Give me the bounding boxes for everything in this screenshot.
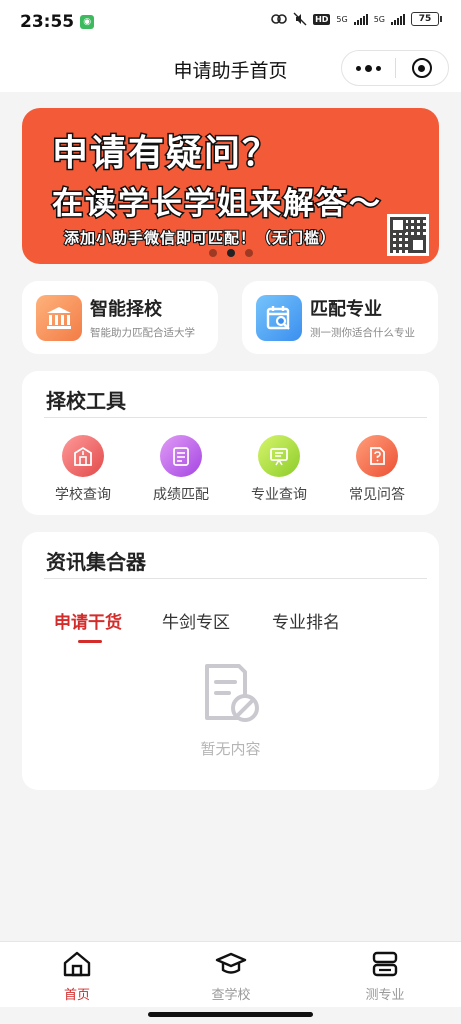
carousel-dot[interactable] <box>208 249 217 257</box>
wechat-notification-icon: ◉ <box>80 15 95 29</box>
tab-test-major[interactable]: 测专业 <box>335 950 435 1003</box>
tab-label: 首页 <box>63 988 90 1003</box>
calendar-search-icon <box>256 294 302 341</box>
section-title: 择校工具 <box>46 389 126 413</box>
news-section: 资讯集合器 申请干货 牛剑专区 专业排名 暂无内容 <box>22 532 439 790</box>
more-dots-icon <box>364 64 372 72</box>
mute-icon <box>293 12 307 26</box>
signal-icon-2 <box>391 13 405 25</box>
news-tabs: 申请干货 牛剑专区 专业排名 <box>22 608 439 648</box>
layers-icon <box>372 951 398 977</box>
tool-label: 成绩匹配 <box>153 487 209 503</box>
major-match-card[interactable]: 匹配专业 测一测你适合什么专业 <box>242 281 438 354</box>
tab-major-ranking[interactable]: 专业排名 <box>272 608 340 633</box>
school-building-icon <box>36 294 82 341</box>
carousel-dot-active[interactable] <box>226 249 235 257</box>
tool-school-search[interactable]: 学校查询 <box>38 435 128 504</box>
signal-icon <box>353 13 368 25</box>
network-label-2: 5G <box>373 14 385 24</box>
status-bar: 23:55 ◉ HD 5G 5G 75 <box>0 0 461 44</box>
section-title: 资讯集合器 <box>46 550 146 574</box>
banner-subheadline: 在读学长学姐来解答～ <box>51 185 382 224</box>
tool-faq[interactable]: 常见问答 <box>332 435 422 504</box>
tab-label: 测专业 <box>365 988 405 1003</box>
nav-bar: 申请助手首页 <box>0 44 461 92</box>
hd-badge: HD <box>313 13 331 25</box>
status-icons: HD 5G 5G 75 <box>271 12 442 26</box>
graduation-cap-icon <box>215 952 247 974</box>
hotspot-icon <box>271 14 287 24</box>
home-icon <box>63 951 91 977</box>
tab-home[interactable]: 首页 <box>27 950 127 1003</box>
carousel-indicator <box>22 249 439 257</box>
clipboard-icon <box>160 435 202 477</box>
quick-card-title: 智能择校 <box>90 299 162 320</box>
quick-card-subtitle: 测一测你适合什么专业 <box>310 327 415 339</box>
tool-label: 专业查询 <box>251 487 307 503</box>
divider <box>44 578 427 579</box>
bottom-tab-bar: 首页 查学校 测专业 <box>0 941 461 1007</box>
empty-state-text: 暂无内容 <box>200 740 261 758</box>
tool-label: 常见问答 <box>349 487 405 503</box>
banner-headline: 申请有疑问？ <box>50 132 281 176</box>
active-tab-indicator <box>78 640 102 643</box>
home-indicator[interactable] <box>148 1012 313 1017</box>
tab-find-school[interactable]: 查学校 <box>181 950 281 1003</box>
tab-oxbridge[interactable]: 牛剑专区 <box>162 608 230 633</box>
tool-label: 学校查询 <box>55 487 111 503</box>
tool-major-search[interactable]: 专业查询 <box>234 435 324 504</box>
board-icon <box>258 435 300 477</box>
smart-school-card[interactable]: 智能择校 智能助力匹配合适大学 <box>22 281 218 354</box>
divider <box>44 417 427 418</box>
tool-score-match[interactable]: 成绩匹配 <box>136 435 226 504</box>
more-dots-icon <box>355 65 361 71</box>
status-time: 23:55 <box>20 12 75 32</box>
quick-card-title: 匹配专业 <box>310 299 382 320</box>
school-icon <box>62 435 104 477</box>
battery-icon: 75 <box>411 12 442 26</box>
tab-label: 查学校 <box>211 988 251 1003</box>
banner-caption: 添加小助手微信即可匹配！（无门槛） <box>63 228 337 248</box>
quick-card-subtitle: 智能助力匹配合适大学 <box>90 327 195 339</box>
miniprogram-capsule <box>341 50 449 86</box>
tab-application-tips[interactable]: 申请干货 <box>54 608 122 633</box>
promo-banner[interactable]: 申请有疑问？ 在读学长学姐来解答～ 添加小助手微信即可匹配！（无门槛） <box>22 108 439 264</box>
network-label-1: 5G <box>336 14 348 24</box>
carousel-dot[interactable] <box>244 249 253 257</box>
empty-state-icon <box>203 662 261 728</box>
more-options-button[interactable] <box>342 50 395 86</box>
more-dots-icon <box>375 65 381 71</box>
close-miniprogram-button[interactable] <box>395 50 448 86</box>
school-tools-section: 择校工具 学校查询 成绩匹配 专业查询 常见问答 <box>22 371 439 515</box>
target-icon <box>411 58 432 78</box>
question-doc-icon <box>356 435 398 477</box>
